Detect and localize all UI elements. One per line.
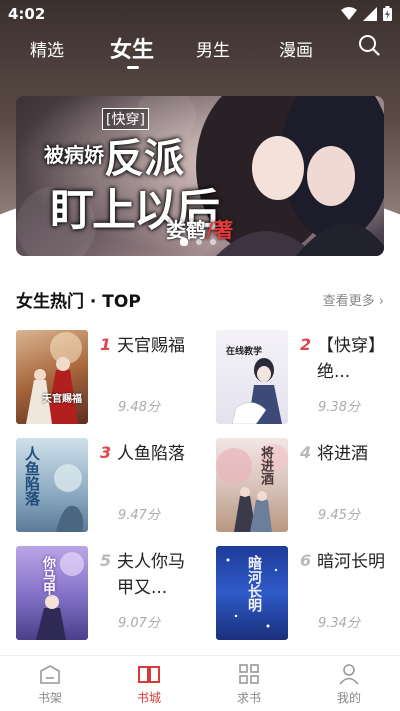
cover-title: 暗河长明 [246,556,262,612]
carousel-dots [180,238,216,246]
book-title: 夫人你马甲又... [117,552,185,598]
book-rank: 2 [300,335,312,354]
book-rank: 4 [300,443,312,462]
book-rank: 3 [100,443,112,462]
book-score: 9.48分 [118,400,160,415]
grid-icon [239,664,259,684]
carousel-dot[interactable] [180,238,188,246]
nav-request-label: 求书 [236,691,261,705]
book-item[interactable]: 你马甲 5 夫人你马甲又... 9.07分 [16,546,200,642]
book-title: 暗河长明 [317,552,385,572]
promo-banner[interactable]: [快穿] 被病娇反派 盯上以后 娄鹤/著 [16,96,384,256]
book-cover: 将进酒 [216,438,288,532]
tab-featured[interactable]: 精选 [30,36,64,61]
tab-comics[interactable]: 漫画 [279,36,313,61]
bookshelf-icon [40,665,60,684]
chevron-right-icon: › [378,294,384,309]
status-time: 4:02 [8,5,46,23]
cover-title: 天官赐福 [42,394,82,405]
book-score: 9.34分 [318,616,360,631]
book-rank: 6 [300,551,312,570]
book-cover: 在线教学 [216,330,288,424]
nav-profile-label: 我的 [336,691,361,705]
book-item[interactable]: 天官赐福 1 天官赐福 9.48分 [16,330,200,426]
carousel-dot[interactable] [196,239,202,245]
banner-title-small: 被病娇 [44,143,104,167]
book-score: 9.45分 [318,508,360,523]
section-title: 女生热门 · TOP [16,292,141,312]
status-bar: 4:02 [0,0,400,28]
bottom-nav: 书架 书城 求书 我的 [0,655,400,711]
book-rank: 1 [100,335,112,354]
cover-illustration [216,444,288,532]
active-tab-indicator [127,66,139,69]
book-score: 9.38分 [318,400,360,415]
battery-icon [383,6,392,21]
nav-bookstore-label: 书城 [136,691,161,705]
book-cover: 暗河长明 [216,546,288,640]
book-title: 人鱼陷落 [117,444,185,464]
book-item[interactable]: 人鱼陷落 3 人鱼陷落 9.47分 [16,438,200,534]
see-more-label: 查看更多 [322,294,375,309]
nav-profile[interactable]: 我的 [319,662,379,706]
cover-title: 将进酒 [258,446,273,485]
book-cover: 人鱼陷落 [16,438,88,532]
book-item[interactable]: 在线教学 2 【快穿】绝... 9.38分 [216,330,400,426]
book-title: 天官赐福 [117,336,185,356]
book-cover: 你马甲 [16,546,88,640]
book-item[interactable]: 暗河长明 6 暗河长明 9.34分 [216,546,400,642]
carousel-dot[interactable] [210,239,216,245]
book-rank: 5 [100,551,112,570]
nav-bookshelf-label: 书架 [37,691,62,705]
cover-title: 你马甲 [40,556,55,595]
cover-title: 在线教学 [226,347,263,357]
cover-illustration [26,332,82,424]
person-icon [339,664,359,685]
open-book-icon [138,666,160,683]
book-title: 【快穿】绝... [317,336,385,382]
nav-bookshelf[interactable]: 书架 [20,662,80,706]
see-more-link[interactable]: 查看更多 › [323,290,384,309]
cover-title: 人鱼陷落 [23,446,41,506]
search-icon [359,35,380,56]
book-score: 9.07分 [118,616,160,631]
book-cover: 天官赐福 [16,330,88,424]
search-button[interactable] [358,34,380,60]
tab-female[interactable]: 女生 [110,32,154,64]
tab-male[interactable]: 男生 [196,36,230,61]
wifi-icon [341,6,357,20]
nav-request[interactable]: 求书 [219,662,279,706]
book-item[interactable]: 将进酒 4 将进酒 9.45分 [216,438,400,534]
book-title: 将进酒 [317,444,368,464]
signal-icon [363,6,377,21]
book-score: 9.47分 [118,508,160,523]
nav-bookstore[interactable]: 书城 [119,662,179,706]
top-nav: 精选 女生 男生 漫画 [0,28,400,68]
